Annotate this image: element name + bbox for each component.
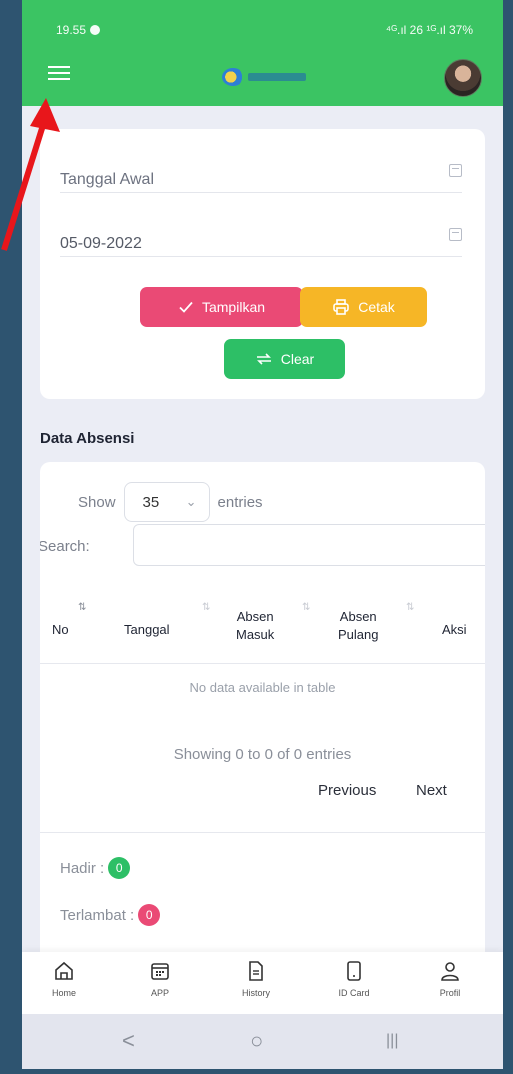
logo-mark-icon — [222, 68, 244, 86]
search-input[interactable] — [133, 524, 485, 566]
col-tanggal[interactable]: Tanggal — [124, 621, 170, 639]
status-bar: 19.55 ⁴ᴳ.ıl 26 ¹ᴳ.ıl 37% — [22, 0, 503, 48]
nav-idcard[interactable]: ID Card — [324, 960, 384, 998]
section-title: Data Absensi — [40, 430, 135, 447]
home-icon — [55, 961, 73, 980]
col-absen-pulang[interactable]: Absen Pulang — [338, 608, 378, 644]
chevron-down-icon: ⌄ — [185, 494, 197, 509]
col-absen-pulang-line2: Pulang — [338, 627, 379, 642]
clear-button[interactable]: Clear — [224, 339, 345, 379]
bottom-nav: Home APP History ID Card Profil — [22, 952, 503, 1014]
attendance-table-card: Show 35 ⌄ entries Search: No ⇅ Tanggal ⇅… — [40, 462, 485, 952]
notification-icon — [90, 25, 101, 35]
home-circle-icon[interactable]: ○ — [250, 1028, 263, 1054]
back-icon[interactable]: < — [122, 1028, 135, 1054]
print-button[interactable]: Cetak — [300, 287, 427, 327]
calendar-app-icon — [151, 963, 169, 980]
next-button[interactable]: Next — [416, 782, 447, 799]
calendar-icon[interactable] — [449, 228, 462, 241]
phone-card-icon — [347, 961, 361, 981]
nav-history[interactable]: History — [226, 960, 286, 998]
entries-label: entries — [217, 493, 263, 511]
app-header: 19.55 ⁴ᴳ.ıl 26 ¹ᴳ.ıl 37% — [22, 0, 503, 106]
sort-icon[interactable]: ⇅ — [406, 602, 414, 613]
page-size-value: 35 — [142, 493, 160, 511]
logo-wordmark — [248, 73, 306, 81]
col-no[interactable]: No — [52, 621, 69, 639]
table-info: Showing 0 to 0 of 0 entries — [173, 746, 352, 763]
previous-button[interactable]: Previous — [318, 782, 376, 799]
show-button-label: Tampilkan — [201, 299, 266, 315]
printer-icon — [333, 299, 350, 315]
col-absen-masuk[interactable]: Absen Masuk — [236, 608, 274, 644]
nav-app[interactable]: APP — [130, 960, 190, 998]
hadir-label: Hadir : — [60, 859, 105, 877]
status-indicators: ⁴ᴳ.ıl 26 ¹ᴳ.ıl 37% — [385, 23, 473, 37]
user-icon — [441, 962, 459, 981]
hadir-count-badge: 0 — [108, 857, 131, 879]
phone-screen: 19.55 ⁴ᴳ.ıl 26 ¹ᴳ.ıl 37% Tanggal Awal 05… — [22, 0, 503, 1069]
terlambat-count-badge: 0 — [138, 904, 161, 926]
table-header: No ⇅ Tanggal ⇅ Absen Masuk ⇅ Absen Pulan… — [40, 594, 485, 664]
nav-idcard-label: ID Card — [338, 988, 370, 998]
sort-icon[interactable]: ⇅ — [202, 602, 210, 613]
show-button[interactable]: Tampilkan — [140, 287, 303, 327]
nav-home[interactable]: Home — [34, 960, 94, 998]
nav-home-label: Home — [51, 988, 76, 998]
refresh-icon — [256, 353, 271, 365]
terlambat-stat: Terlambat : 0 — [60, 904, 161, 926]
check-icon — [179, 301, 193, 313]
search-label: Search: — [40, 538, 90, 555]
divider — [40, 832, 485, 833]
app-logo — [222, 66, 310, 88]
annotation-arrow-icon — [1, 98, 60, 251]
empty-table-message: No data available in table — [189, 680, 336, 695]
page-size-control: Show 35 ⌄ entries — [78, 482, 263, 522]
page-size-select[interactable]: 35 ⌄ — [123, 482, 210, 522]
recents-icon[interactable]: ||| — [386, 1032, 398, 1050]
nav-profil[interactable]: Profil — [420, 960, 480, 998]
clear-button-label: Clear — [280, 351, 315, 367]
col-absen-masuk-line2: Masuk — [236, 627, 275, 642]
document-icon — [249, 961, 263, 981]
col-absen-masuk-line1: Absen — [236, 609, 274, 624]
nav-app-label: APP — [150, 988, 169, 998]
sort-icon[interactable]: ⇅ — [302, 602, 310, 613]
sort-asc-icon[interactable]: ⇅ — [78, 602, 86, 613]
col-absen-pulang-line1: Absen — [339, 609, 377, 624]
calendar-icon[interactable] — [449, 164, 462, 177]
start-date-field[interactable]: Tanggal Awal — [60, 129, 462, 193]
show-label: Show — [78, 493, 116, 511]
terlambat-label: Terlambat : — [60, 906, 135, 924]
end-date-field[interactable]: 05-09-2022 — [60, 193, 462, 257]
avatar[interactable] — [444, 59, 482, 97]
col-aksi[interactable]: Aksi — [442, 621, 467, 639]
nav-profil-label: Profil — [439, 988, 461, 998]
hadir-stat: Hadir : 0 — [60, 857, 131, 879]
nav-history-label: History — [241, 988, 270, 998]
print-button-label: Cetak — [358, 299, 395, 315]
system-nav-bar: < ○ ||| — [22, 1014, 503, 1069]
filter-card: Tanggal Awal 05-09-2022 Tampilkan Cetak … — [40, 129, 485, 399]
